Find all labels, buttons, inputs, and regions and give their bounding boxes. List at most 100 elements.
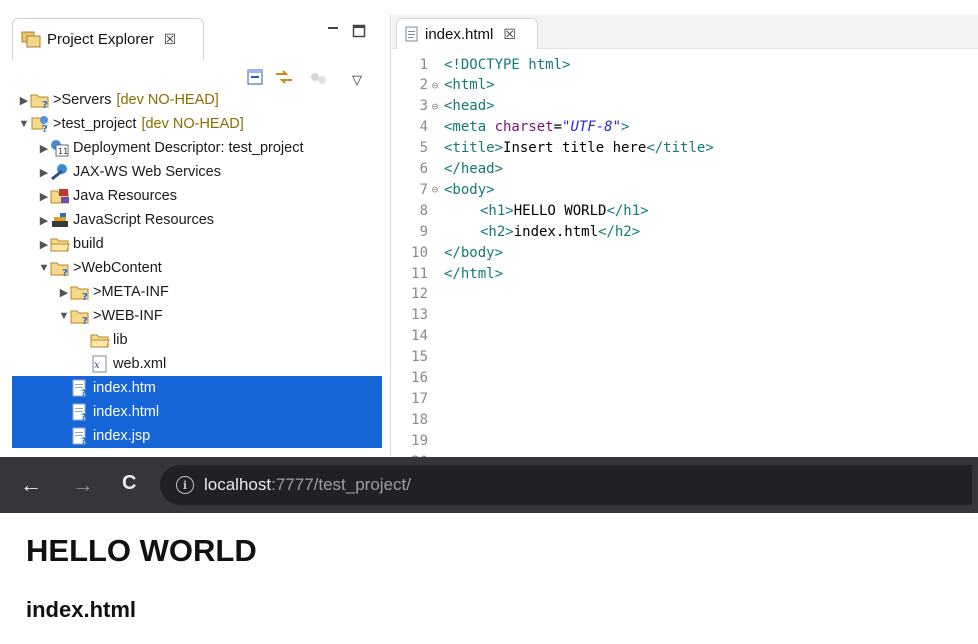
folder-icon: [90, 331, 110, 349]
line-number: 15: [411, 349, 428, 366]
close-tab-icon[interactable]: ☒: [503, 26, 516, 43]
jsp-file-icon: ?: [70, 427, 90, 447]
line-number: 11: [411, 265, 428, 282]
folder-question-icon: ?: [50, 259, 70, 279]
tree-item-web-inf[interactable]: ▼? > WEB-INF: [12, 304, 382, 328]
line-number: 7: [419, 181, 428, 198]
collapsed-twisty-icon[interactable]: ▶: [38, 238, 50, 251]
tree-item-index-htm[interactable]: ? index.htm: [12, 376, 382, 400]
line-number: 3: [419, 98, 428, 115]
token-plain: HELLO WORLD: [513, 202, 607, 219]
code-line[interactable]: 9 <h2>index.html</h2>: [392, 221, 641, 242]
info-icon[interactable]: i: [176, 476, 194, 494]
code-text: </body>: [444, 245, 503, 261]
project-icon: ?: [30, 115, 50, 135]
tab-index-html[interactable]: index.html ☒: [396, 18, 538, 49]
tree-item-javascript-resources[interactable]: ▶ JavaScript Resources: [12, 208, 382, 232]
minimize-icon[interactable]: [326, 24, 340, 42]
project-explorer-icon: [21, 30, 41, 48]
eclipse-workbench: Project Explorer ☒ ▽ ▶? > Servers [dev NO-…: [0, 0, 978, 470]
code-text: <h1>HELLO WORLD</h1>: [444, 203, 649, 219]
git-change-marker: >: [53, 92, 62, 108]
tree-item-webcontent[interactable]: ▼? > WebContent: [12, 256, 382, 280]
token-tag: <body>: [444, 181, 495, 198]
code-line[interactable]: 3 ⊖ <head>: [392, 96, 495, 117]
tree-item-jax-ws-web-services[interactable]: ▶ JAX-WS Web Services: [12, 160, 382, 184]
code-text: <meta charset="UTF-8">: [444, 119, 629, 135]
code-line[interactable]: 14: [392, 326, 444, 347]
code-line[interactable]: 8 <h1>HELLO WORLD</h1>: [392, 200, 649, 221]
code-line[interactable]: 5 <title>Insert title here</title>: [392, 138, 714, 159]
tree-item-label: Servers: [61, 92, 112, 108]
code-line[interactable]: 18: [392, 409, 444, 430]
token-tag: </title>: [646, 140, 714, 157]
token-tag: >: [621, 119, 630, 136]
token-tag: </h2>: [598, 223, 641, 240]
tree-item-label: WEB-INF: [101, 308, 163, 324]
code-line[interactable]: 6 </head>: [392, 159, 503, 180]
tree-item-web-xml[interactable]: x web.xml: [12, 352, 382, 376]
code-line[interactable]: 12: [392, 284, 444, 305]
view-menu-icon[interactable]: ▽: [352, 72, 362, 88]
code-line[interactable]: 11 </html>: [392, 263, 503, 284]
svg-text:?: ?: [62, 268, 68, 277]
expanded-twisty-icon[interactable]: ▼: [58, 310, 70, 322]
code-line[interactable]: 4 <meta charset="UTF-8">: [392, 117, 630, 138]
tree-item-servers[interactable]: ▶? > Servers [dev NO-HEAD]: [12, 88, 382, 112]
code-line[interactable]: 13: [392, 305, 444, 326]
tree-item-build[interactable]: ▶ build: [12, 232, 382, 256]
tab-label: Project Explorer: [47, 30, 154, 48]
expanded-twisty-icon[interactable]: ▼: [38, 262, 50, 274]
line-number: 5: [419, 140, 428, 157]
line-number: 9: [419, 223, 428, 240]
reload-icon[interactable]: C: [122, 472, 136, 495]
line-number: 13: [411, 307, 428, 324]
tree-item-java-resources[interactable]: ▶ Java Resources: [12, 184, 382, 208]
tab-project-explorer[interactable]: Project Explorer ☒: [12, 18, 204, 59]
fold-toggle-icon[interactable]: ⊖: [428, 183, 442, 196]
tree-item-index-html[interactable]: ? index.html: [12, 400, 382, 424]
address-bar[interactable]: i localhost:7777/test_project/: [160, 465, 972, 505]
html-file-icon: [405, 26, 419, 42]
line-number: 6: [419, 161, 428, 177]
token-tag: <h2>: [480, 223, 514, 240]
expanded-twisty-icon[interactable]: ▼: [18, 118, 30, 130]
code-line[interactable]: 2 ⊖ <html>: [392, 75, 495, 96]
collapsed-twisty-icon[interactable]: ▶: [38, 214, 50, 227]
tree-item-meta-inf[interactable]: ▶? > META-INF: [12, 280, 382, 304]
token-tag: <head>: [444, 98, 495, 115]
tree-item-test-project[interactable]: ▼? > test_project [dev NO-HEAD]: [12, 112, 382, 136]
code-text: <html>: [444, 77, 495, 93]
code-line[interactable]: 7 ⊖ <body>: [392, 179, 495, 200]
collapsed-twisty-icon[interactable]: ▶: [38, 142, 50, 155]
back-icon[interactable]: ←: [20, 472, 42, 498]
code-line[interactable]: 1 <!DOCTYPE html>: [392, 54, 571, 75]
collapsed-twisty-icon[interactable]: ▶: [18, 94, 30, 107]
code-line[interactable]: 17: [392, 388, 444, 409]
collapsed-twisty-icon[interactable]: ▶: [58, 286, 70, 299]
line-number: 14: [411, 328, 428, 345]
tree-item-label: Java Resources: [73, 188, 177, 204]
line-number: 8: [419, 202, 428, 219]
explorer-header: Project Explorer ☒: [12, 14, 390, 59]
forward-icon[interactable]: →: [72, 472, 94, 498]
tree-item-index-jsp[interactable]: ? index.jsp: [12, 424, 382, 448]
fold-toggle-icon[interactable]: ⊖: [428, 79, 442, 92]
code-line[interactable]: 10 </body>: [392, 242, 503, 263]
collapsed-twisty-icon[interactable]: ▶: [38, 190, 50, 203]
editor-tab-label: index.html: [425, 25, 494, 43]
git-change-marker: >: [53, 116, 62, 132]
tree-item-deployment-descriptor-test-project[interactable]: ▶ 11 Deployment Descriptor: test_project: [12, 136, 382, 160]
web-services-icon: [50, 163, 70, 181]
tree-item-lib[interactable]: lib: [12, 328, 382, 352]
code-line[interactable]: 19: [392, 430, 444, 451]
url-host: localhost: [204, 475, 272, 494]
close-tab-icon[interactable]: ☒: [164, 31, 177, 48]
code-text: <head>: [444, 98, 495, 114]
code-line[interactable]: 16: [392, 368, 444, 389]
fold-toggle-icon[interactable]: ⊖: [428, 100, 442, 113]
tree-item-label: META-INF: [101, 284, 169, 300]
code-line[interactable]: 15: [392, 347, 444, 368]
maximize-icon[interactable]: [352, 24, 366, 42]
collapsed-twisty-icon[interactable]: ▶: [38, 166, 50, 179]
